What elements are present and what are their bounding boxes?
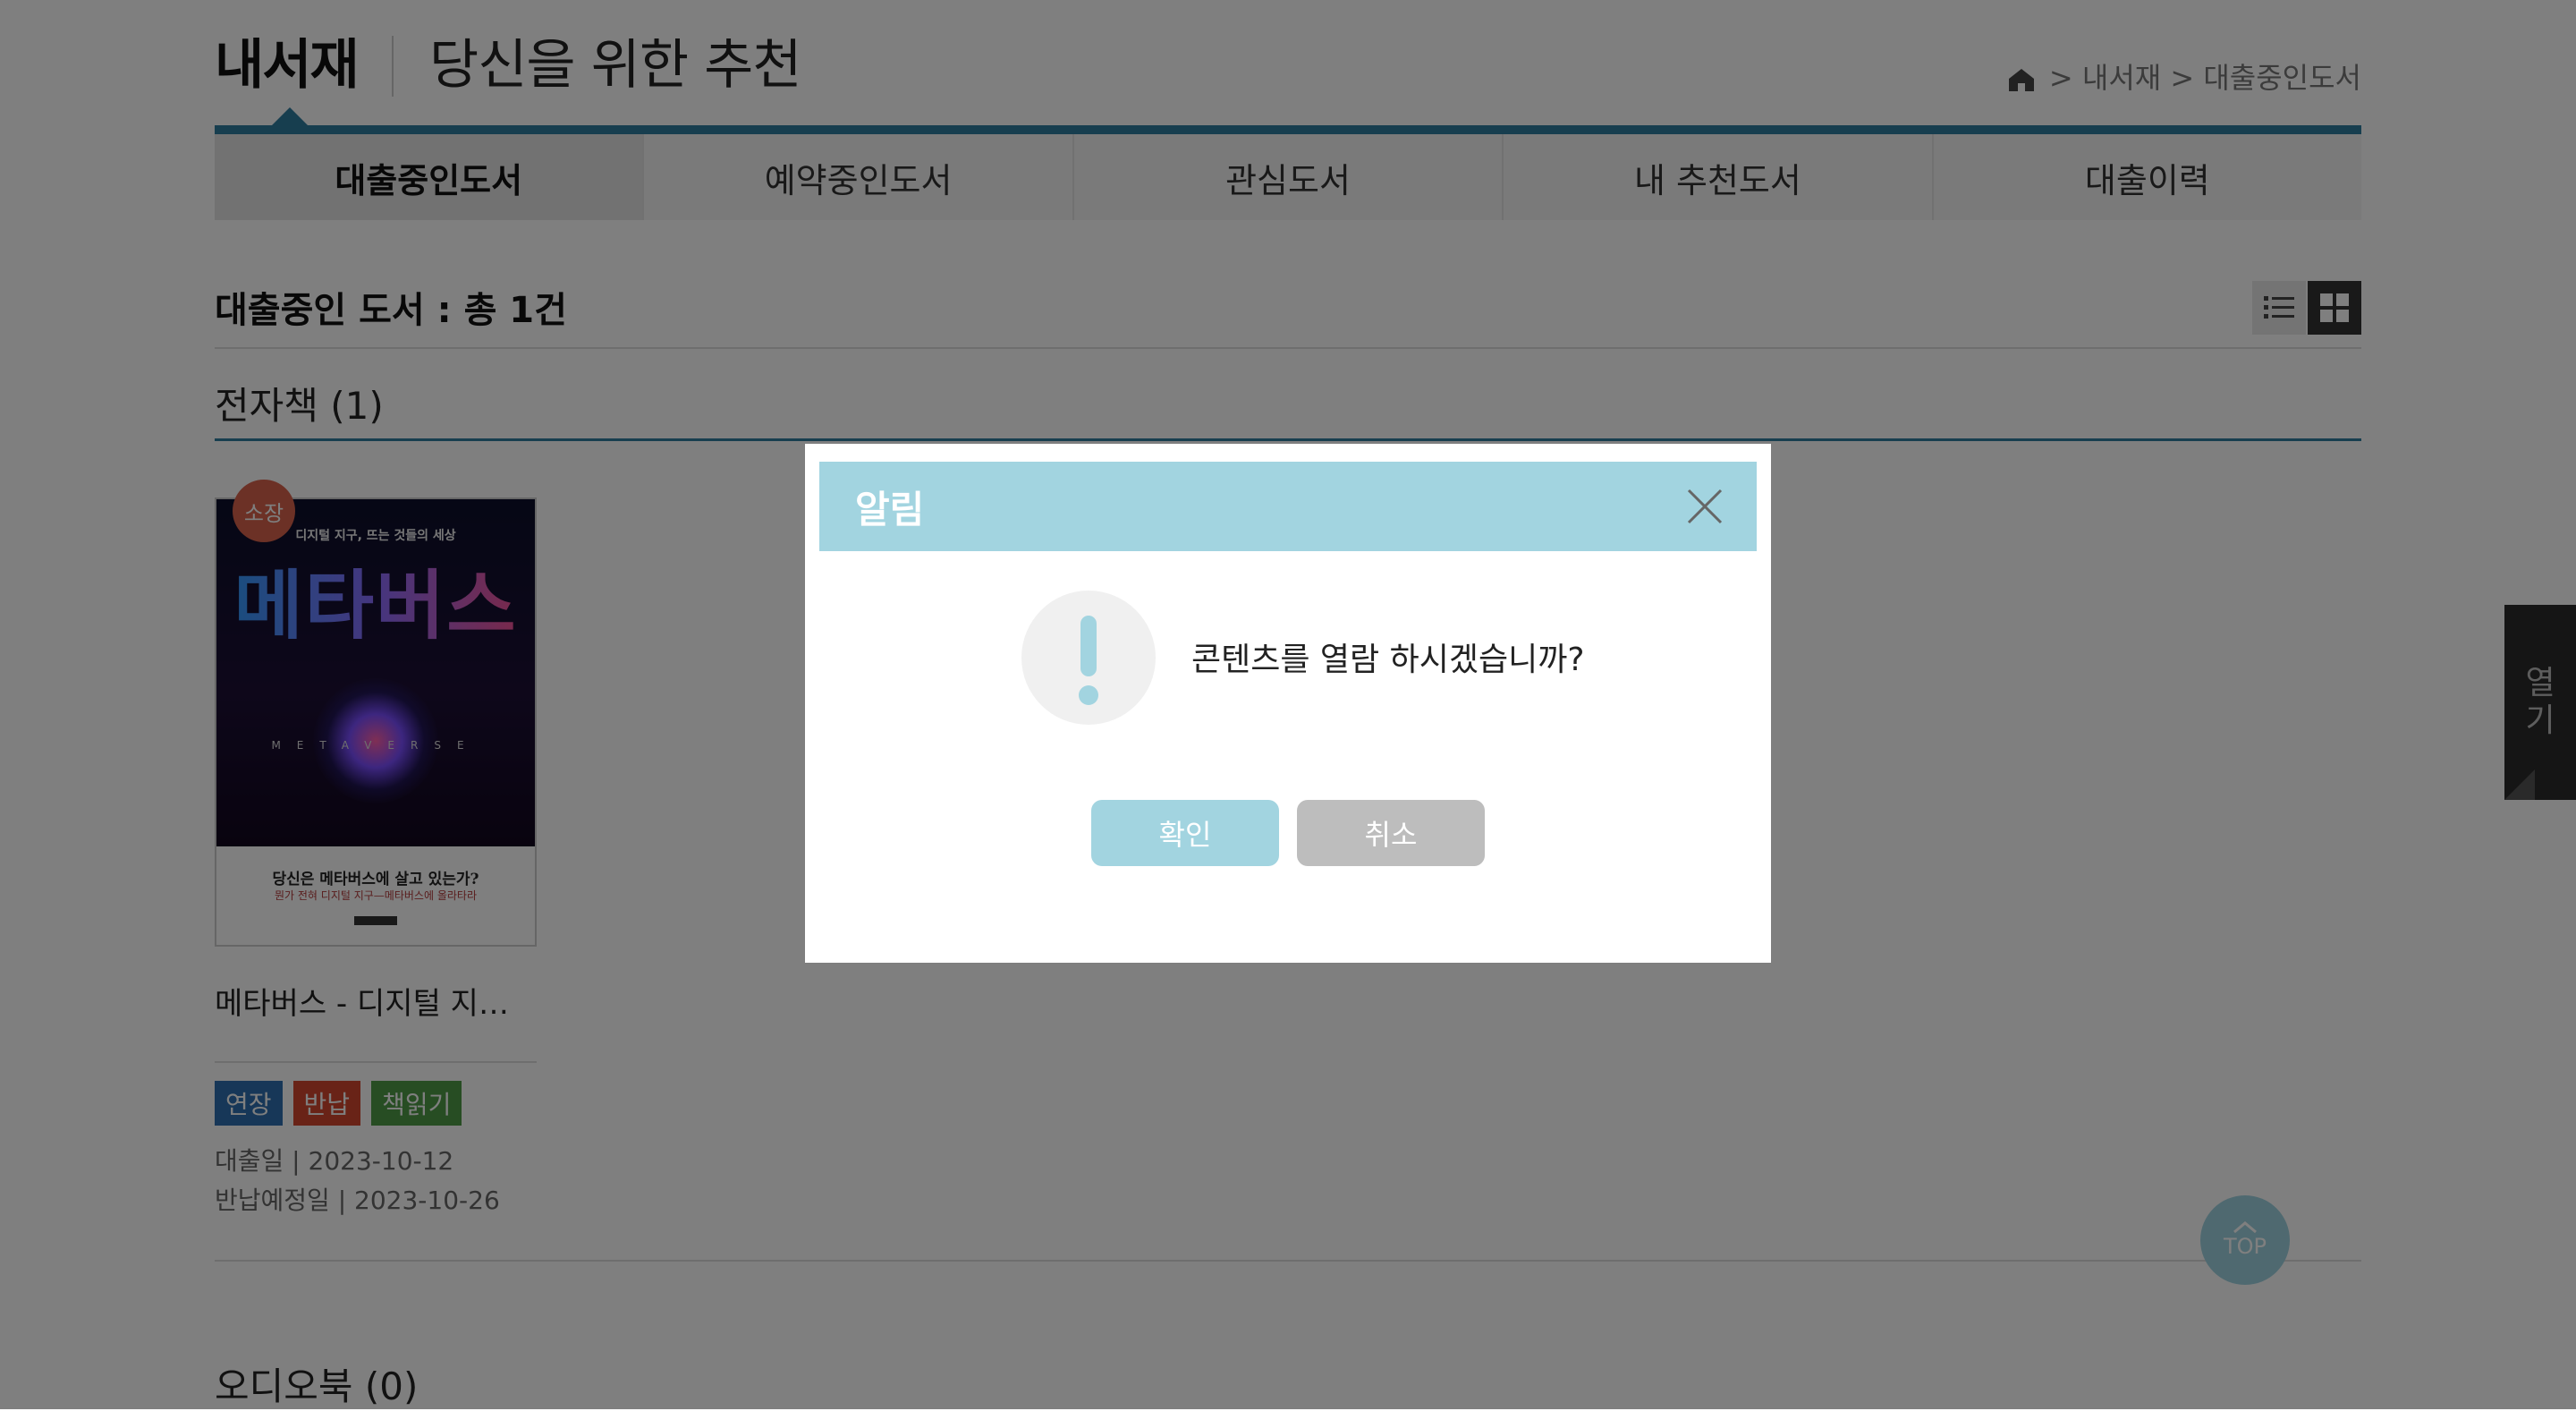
alert-dialog: 알림 콘텐츠를 열람 하시겠습니까? 확인 취소 bbox=[805, 444, 1771, 963]
close-icon[interactable] bbox=[1683, 485, 1726, 528]
exclamation-icon bbox=[1021, 591, 1156, 725]
cancel-button[interactable]: 취소 bbox=[1297, 800, 1485, 866]
dialog-title: 알림 bbox=[855, 488, 925, 531]
confirm-button[interactable]: 확인 bbox=[1091, 800, 1279, 866]
exclamation-dot bbox=[1079, 685, 1098, 705]
dialog-message: 콘텐츠를 열람 하시겠습니까? bbox=[1191, 642, 1585, 678]
exclamation-bar bbox=[1080, 616, 1097, 676]
dialog-header: 알림 bbox=[819, 462, 1757, 551]
